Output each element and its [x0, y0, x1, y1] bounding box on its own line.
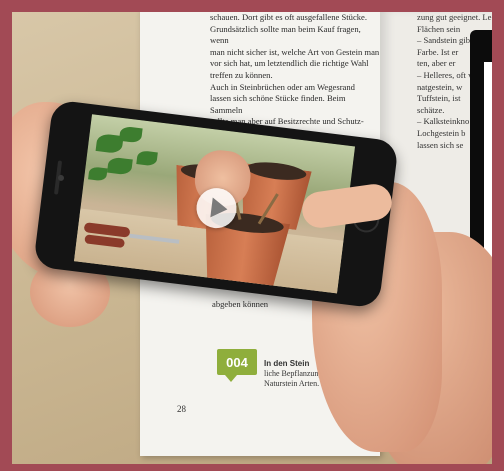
hint-title: In den Stein: [264, 359, 310, 368]
hint-code-badge: 004: [217, 349, 257, 375]
page-number: 28: [177, 404, 186, 414]
hint-body: liche Bepflanzung Naturstein Arten.: [264, 369, 323, 388]
phone-camera-icon: [57, 174, 65, 182]
white-panel-inner: [484, 62, 492, 258]
hint-badge-tail: [225, 375, 237, 382]
play-icon: [209, 197, 229, 220]
photo: schauen. Dort gibt es oft ausgefallene S…: [12, 12, 492, 464]
